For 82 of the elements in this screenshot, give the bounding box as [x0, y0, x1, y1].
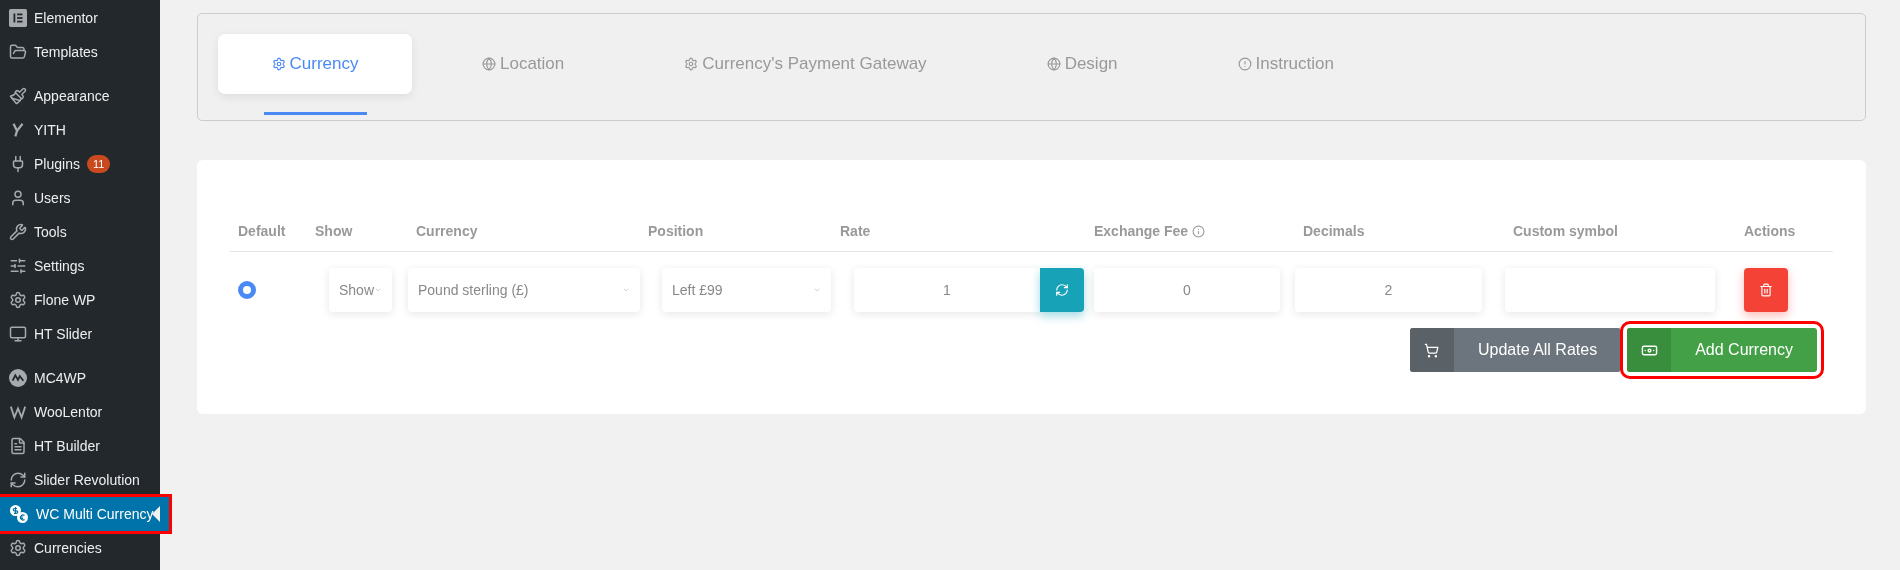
sidebar-item[interactable]: Flone WP: [0, 283, 160, 317]
gear-icon: [9, 291, 27, 309]
select-value: Pound sterling (£): [418, 280, 529, 300]
alert-icon: [1237, 57, 1252, 71]
sidebar-label: Currencies: [34, 538, 102, 558]
document-icon: [9, 437, 27, 455]
sidebar-label: Users: [34, 188, 71, 208]
cart-icon: [1424, 342, 1440, 358]
sidebar-label: HT Builder: [34, 436, 100, 456]
sidebar-item[interactable]: Templates: [0, 35, 160, 69]
caret-icon: [374, 286, 382, 294]
sidebar-label: HT Slider: [34, 324, 93, 344]
sidebar-item[interactable]: HT Builder: [0, 429, 160, 463]
column-header: Exchange Fee: [1094, 222, 1189, 241]
sidebar-item[interactable]: MC4WP: [0, 361, 160, 395]
folder-icon: [9, 43, 27, 61]
sidebar-item[interactable]: Currencies: [0, 531, 160, 565]
show-select[interactable]: Show: [329, 268, 392, 312]
sidebar-label: Appearance: [34, 86, 110, 106]
sidebar-item[interactable]: Tools: [0, 215, 160, 249]
trash-icon: [1759, 283, 1773, 297]
sidebar-label: Elementor: [34, 8, 98, 28]
select-value: Left £99: [672, 280, 723, 300]
pointer-arrow: [152, 506, 160, 522]
sidebar-item[interactable]: Settings: [0, 249, 160, 283]
refresh-rate-button[interactable]: [1040, 268, 1084, 312]
column-header: Decimals: [1303, 222, 1365, 241]
sidebar-item[interactable]: WC Multi Currency: [0, 497, 169, 531]
sidebar-label: MC4WP: [34, 368, 87, 388]
refresh-icon: [9, 471, 27, 489]
sidebar-item[interactable]: Appearance: [0, 79, 160, 113]
globe-icon: [482, 57, 496, 71]
count-badge: 11: [86, 155, 111, 173]
default-radio[interactable]: [238, 281, 256, 299]
user-icon: [9, 189, 27, 207]
sidebar-item[interactable]: Elementor: [0, 1, 160, 35]
mountain-circle-icon: [9, 369, 27, 387]
sidebar-label: Plugins: [34, 154, 80, 174]
rate-field[interactable]: 1: [854, 268, 1040, 312]
column-header: Rate: [840, 222, 871, 241]
sidebar-label: Settings: [34, 256, 85, 276]
elementor-icon: [9, 9, 27, 27]
sidebar-item[interactable]: WooLentor: [0, 395, 160, 429]
select-value: Show: [339, 280, 375, 300]
sidebar-label: WooLentor: [34, 402, 103, 422]
caret-icon: [622, 286, 630, 294]
action-button[interactable]: Update All Rates: [1410, 328, 1622, 372]
sidebar-label: Templates: [34, 42, 98, 62]
monitor-icon: [9, 325, 27, 343]
sidebar-item[interactable]: HT Slider: [0, 317, 160, 351]
info-icon: [1192, 225, 1206, 238]
sidebar-label: Tools: [34, 222, 67, 242]
sidebar-label: Slider Revolution: [34, 470, 140, 490]
decimals-field[interactable]: 2: [1295, 268, 1482, 312]
column-header: Custom symbol: [1513, 222, 1618, 241]
column-header: Default: [238, 222, 286, 241]
gear-icon: [9, 539, 27, 557]
exchange-fee-field[interactable]: 0: [1094, 268, 1280, 312]
sidebar-item[interactable]: Plugins 11: [0, 147, 160, 181]
column-header: Position: [648, 222, 704, 241]
gear-icon: [684, 57, 699, 71]
globe-icon: [1046, 57, 1061, 71]
currency-exchange-icon: [9, 504, 29, 524]
wrench-icon: [9, 223, 27, 241]
column-header: Currency: [416, 222, 478, 241]
sliders-icon: [9, 257, 27, 275]
refresh-icon: [1055, 283, 1069, 297]
sidebar-label: YITH: [34, 120, 66, 140]
sidebar-item[interactable]: Slider Revolution: [0, 463, 160, 497]
position-select[interactable]: Left £99: [662, 268, 831, 312]
letter-w-icon: [9, 403, 27, 421]
gear-icon: [271, 57, 286, 71]
sidebar-label: WC Multi Currency: [36, 504, 154, 524]
sidebar-label: Flone WP: [34, 290, 96, 310]
sidebar-item[interactable]: YITH: [0, 113, 160, 147]
column-header: Show: [315, 222, 353, 241]
currency-select[interactable]: Pound sterling (£): [408, 268, 640, 312]
delete-button[interactable]: [1744, 268, 1788, 312]
paintbrush-icon: [9, 87, 27, 105]
column-header: Actions: [1744, 222, 1796, 241]
sidebar-item[interactable]: Users: [0, 181, 160, 215]
caret-icon: [813, 286, 821, 294]
